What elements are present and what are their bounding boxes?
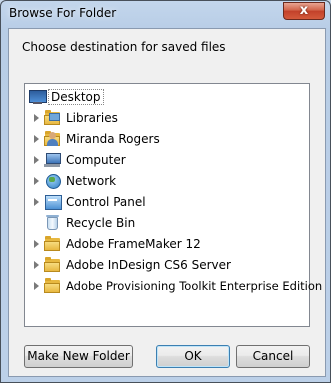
tree-item-label: Libraries	[66, 111, 118, 125]
expand-arrow-icon[interactable]	[34, 114, 39, 122]
ok-button[interactable]: OK	[156, 345, 230, 368]
tree-item-network[interactable]: Network	[25, 171, 309, 192]
expand-arrow-icon[interactable]	[34, 261, 39, 269]
title-bar[interactable]: Browse For Folder x	[1, 1, 330, 27]
tree-item-adobe-framemaker[interactable]: Adobe FrameMaker 12	[25, 234, 309, 255]
tree-item-recycle-bin[interactable]: Recycle Bin	[25, 213, 309, 234]
folder-tree[interactable]: Desktop Libraries Miranda Rogers Compute…	[24, 83, 322, 327]
user-folder-icon	[44, 131, 61, 147]
tree-item-adobe-provisioning-toolkit[interactable]: Adobe Provisioning Toolkit Enterprise Ed…	[25, 276, 322, 297]
tree-item-computer[interactable]: Computer	[25, 150, 309, 171]
folder-icon	[44, 278, 61, 294]
network-icon	[44, 173, 61, 189]
folder-icon	[44, 257, 61, 273]
tree-item-control-panel[interactable]: Control Panel	[25, 192, 309, 213]
tree-item-adobe-indesign[interactable]: Adobe InDesign CS6 Server	[25, 255, 309, 276]
tree-item-label: Miranda Rogers	[66, 132, 160, 146]
expand-arrow-icon[interactable]	[34, 156, 39, 164]
tree-item-desktop[interactable]: Desktop	[25, 87, 309, 108]
cancel-button[interactable]: Cancel	[236, 345, 310, 368]
expand-arrow-icon[interactable]	[34, 240, 39, 248]
browse-for-folder-dialog: Browse For Folder x Choose destination f…	[0, 0, 331, 383]
make-new-folder-button[interactable]: Make New Folder	[24, 345, 133, 368]
expand-arrow-icon[interactable]	[34, 198, 39, 206]
close-icon: x	[299, 3, 309, 18]
window-title: Browse For Folder	[9, 6, 117, 20]
expand-arrow-icon[interactable]	[34, 177, 39, 185]
control-panel-icon	[44, 194, 62, 210]
recycle-bin-icon	[44, 215, 61, 231]
dialog-prompt: Choose destination for saved files	[22, 40, 226, 54]
expand-arrow-icon[interactable]	[34, 135, 39, 143]
tree-item-miranda-rogers[interactable]: Miranda Rogers	[25, 129, 309, 150]
tree-item-label: Computer	[66, 153, 126, 167]
close-button[interactable]: x	[283, 2, 325, 20]
tree-item-label: Desktop	[48, 89, 104, 105]
tree-item-label: Adobe InDesign CS6 Server	[66, 258, 231, 272]
folder-icon	[44, 236, 61, 252]
tree-item-libraries[interactable]: Libraries	[25, 108, 309, 129]
expand-arrow-icon[interactable]	[34, 282, 39, 290]
libraries-icon	[44, 110, 61, 126]
tree-item-label: Control Panel	[66, 195, 146, 209]
tree-item-label: Adobe Provisioning Toolkit Enterprise Ed…	[66, 279, 323, 293]
tree-item-label: Adobe FrameMaker 12	[66, 237, 201, 251]
dialog-body: Choose destination for saved files Deskt…	[8, 28, 326, 377]
tree-item-label: Recycle Bin	[66, 216, 136, 230]
tree-item-label: Network	[66, 174, 117, 188]
desktop-icon	[29, 89, 47, 105]
computer-icon	[44, 152, 61, 168]
